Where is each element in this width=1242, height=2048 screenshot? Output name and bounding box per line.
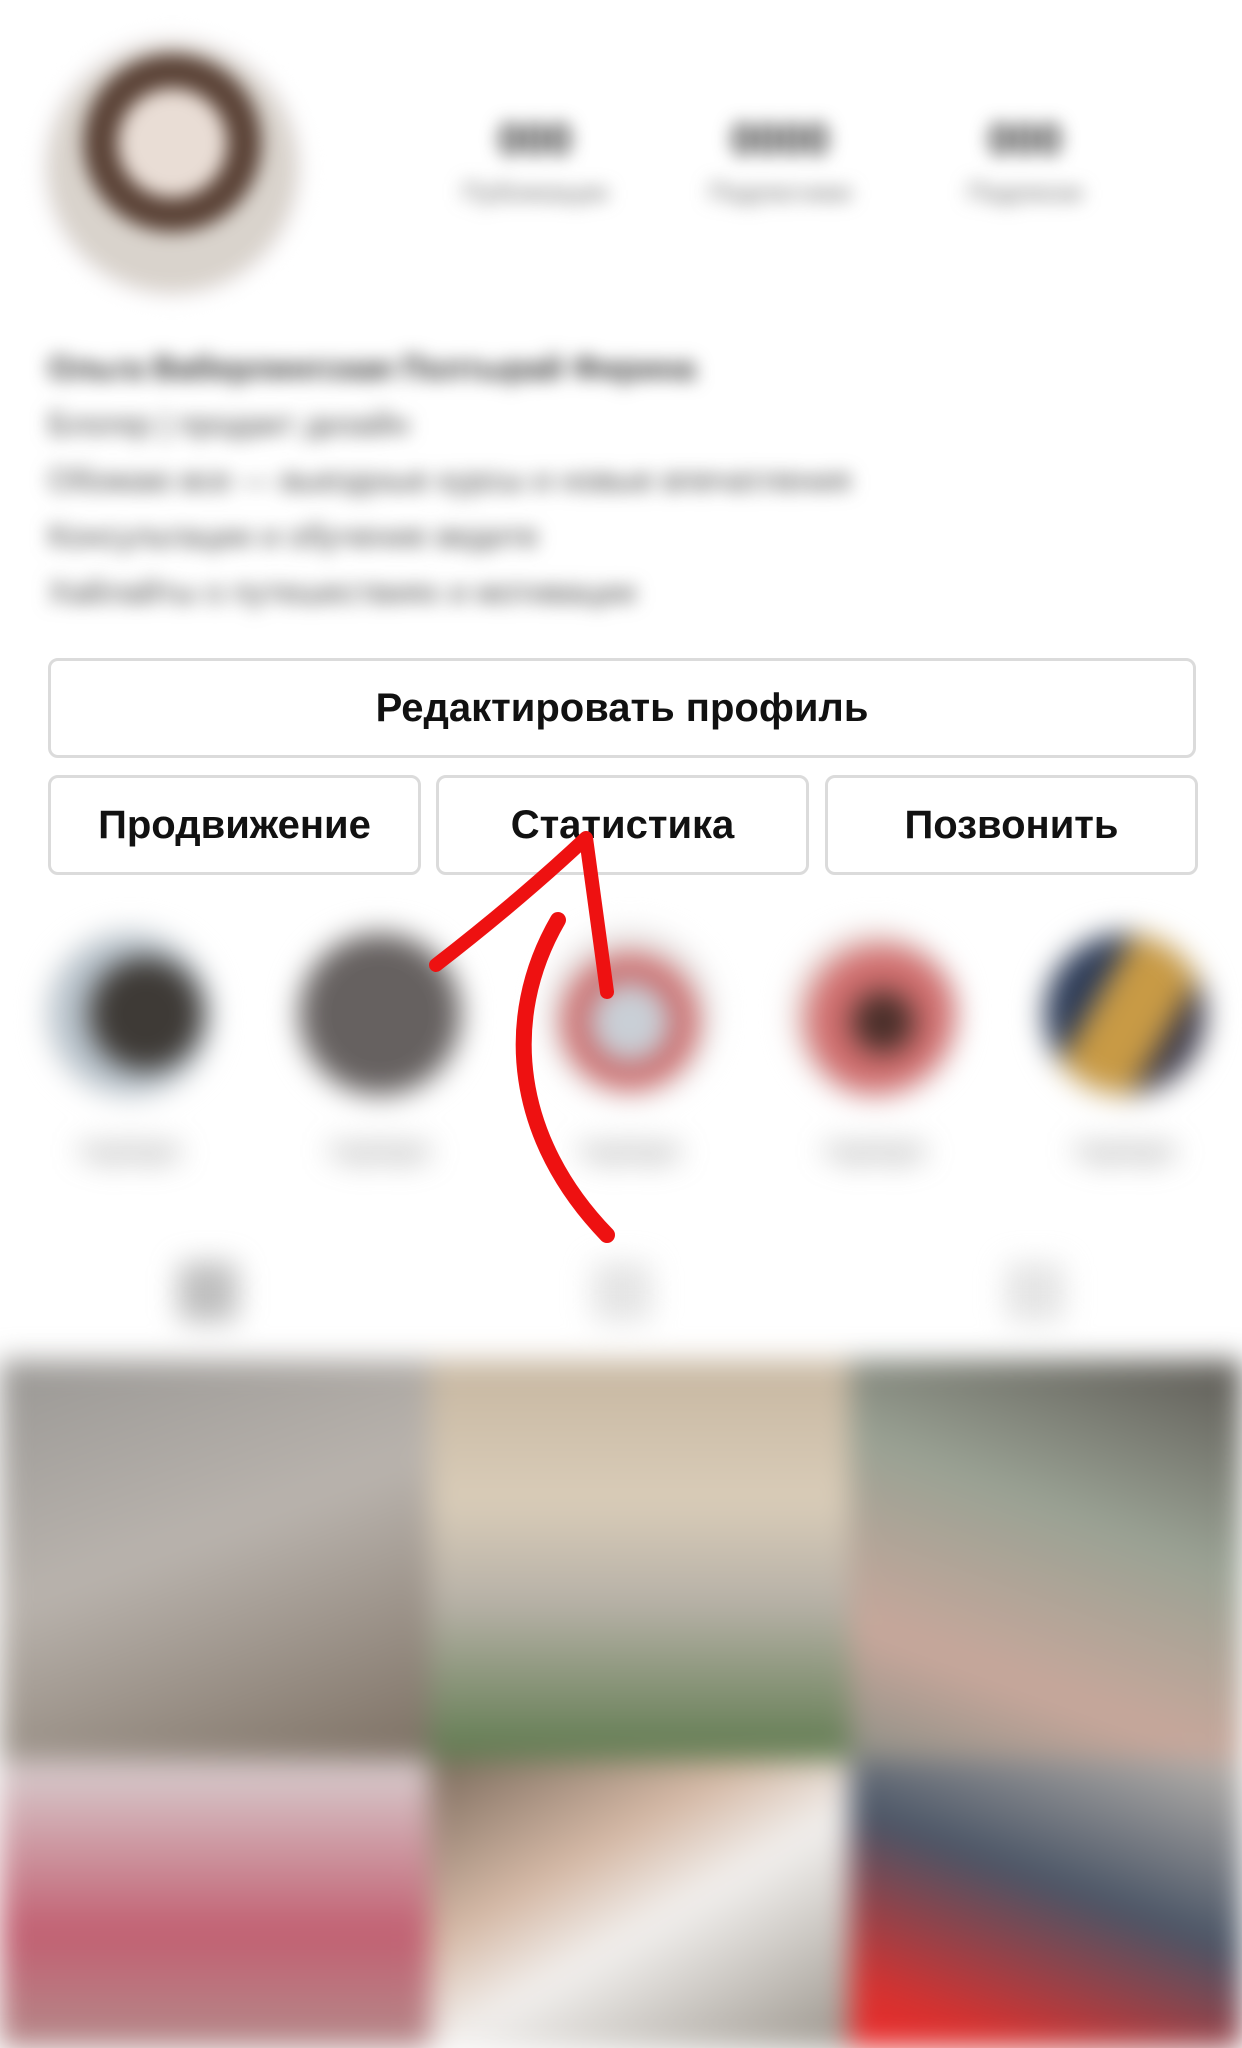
story-highlight-label: Highlight (329, 1136, 431, 1166)
tagged-tab-icon[interactable] (1005, 1262, 1065, 1322)
story-highlight[interactable]: Highlight (1035, 930, 1215, 1167)
photo-post[interactable] (430, 1360, 850, 1760)
story-highlight-cover (546, 930, 714, 1098)
photo-grid (0, 1360, 1242, 2048)
photo-post[interactable] (0, 1360, 430, 1760)
profile-content: Highlight Highlight Highlight Highlight … (0, 0, 1242, 2048)
story-highlight[interactable]: Highlight (40, 930, 220, 1167)
story-highlight-cover (46, 930, 214, 1098)
story-highlight-cover (1041, 930, 1209, 1098)
story-highlight-label: Highlight (1074, 1136, 1176, 1166)
story-highlight[interactable]: Highlight (540, 930, 720, 1167)
story-highlight[interactable]: Highlight (785, 930, 965, 1167)
grid-tab-icon[interactable] (178, 1262, 238, 1322)
photo-post[interactable] (430, 1760, 850, 2048)
photo-post[interactable] (0, 1760, 430, 2048)
story-highlight-label: Highlight (824, 1136, 926, 1166)
story-highlight-label: Highlight (79, 1136, 181, 1166)
photo-post[interactable] (850, 1760, 1242, 2048)
story-highlight-label: Highlight (579, 1136, 681, 1166)
story-highlight[interactable]: Highlight (290, 930, 470, 1167)
photo-post[interactable] (850, 1360, 1242, 1760)
reels-tab-icon[interactable] (592, 1262, 652, 1322)
story-highlight-cover (791, 930, 959, 1098)
story-highlight-cover (296, 930, 464, 1098)
